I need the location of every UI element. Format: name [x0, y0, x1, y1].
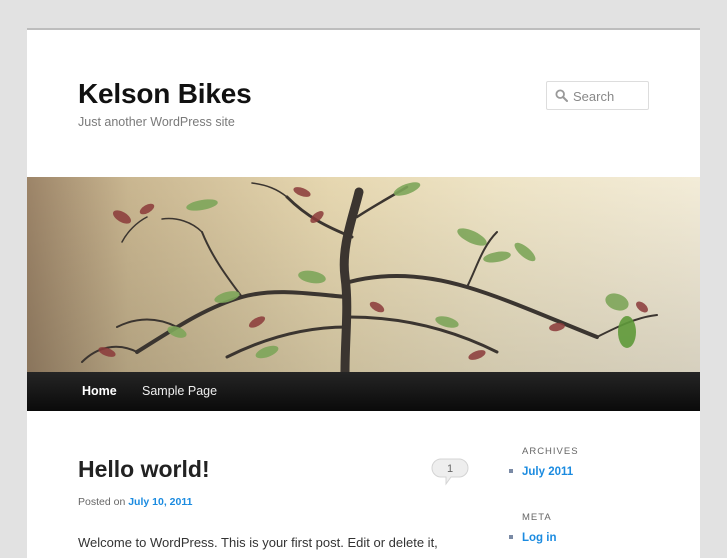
search-input[interactable]	[573, 86, 645, 106]
search-box[interactable]	[546, 81, 649, 110]
main-navigation: Home Sample Page	[27, 372, 700, 411]
post-excerpt: Welcome to WordPress. This is your first…	[78, 535, 438, 550]
archive-link-july-2011[interactable]: July 2011	[522, 466, 573, 478]
nav-item-sample-page[interactable]: Sample Page	[142, 372, 217, 411]
site-title[interactable]: Kelson Bikes	[78, 76, 252, 112]
page-container: Kelson Bikes Just another WordPress site	[27, 28, 700, 558]
meta-list-item: Log in	[509, 531, 557, 545]
post-title[interactable]: Hello world!	[78, 454, 210, 484]
archives-widget-title: ARCHIVES	[522, 446, 579, 457]
search-icon	[555, 89, 568, 102]
archive-list-item: July 2011	[509, 465, 573, 479]
header-image	[27, 177, 700, 372]
posted-on-label: Posted on	[78, 496, 126, 508]
list-bullet	[509, 534, 513, 539]
post-meta: Posted on July 10, 2011	[78, 495, 192, 509]
post-date-link[interactable]: July 10, 2011	[128, 496, 192, 508]
site-description: Just another WordPress site	[78, 115, 235, 129]
nav-item-home[interactable]: Home	[82, 372, 117, 411]
comment-count[interactable]: 1	[431, 460, 469, 478]
meta-widget-title: META	[522, 512, 552, 523]
login-link[interactable]: Log in	[522, 532, 557, 544]
list-bullet	[509, 468, 513, 473]
